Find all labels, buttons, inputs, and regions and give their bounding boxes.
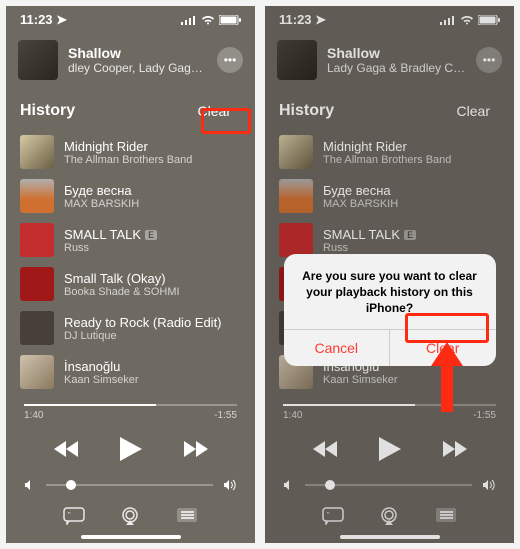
track-title: Small Talk (Okay) (64, 271, 241, 286)
airplay-button[interactable] (119, 507, 141, 525)
track-art (20, 355, 54, 389)
track-title: SMALL TALKE (64, 227, 241, 242)
track-title: İnsanoğlu (64, 359, 241, 374)
list-item[interactable]: Midnight Rider The Allman Brothers Band (12, 130, 249, 174)
forward-button[interactable] (180, 439, 210, 459)
now-playing[interactable]: Shallow dley Cooper, Lady Gaga & ••• (6, 32, 255, 88)
more-button[interactable]: ••• (217, 47, 243, 73)
track-artist: MAX BARSKIH (64, 198, 241, 210)
track-art (20, 267, 54, 301)
track-artist: The Allman Brothers Band (64, 154, 241, 166)
signal-icon (181, 15, 197, 25)
lyrics-button[interactable]: " (63, 507, 85, 525)
svg-text:": " (68, 512, 71, 519)
play-button[interactable] (118, 435, 144, 463)
queue-button[interactable] (176, 507, 198, 525)
track-art (20, 179, 54, 213)
status-bar: 11:23 ➤ (6, 6, 255, 32)
highlight-dialog-clear (405, 313, 489, 343)
list-item[interactable]: İnsanoğlu Kaan Simseker (12, 350, 249, 394)
track-art (20, 135, 54, 169)
volume-track[interactable] (46, 484, 213, 486)
track-artist: Booka Shade & SOHMI (64, 286, 241, 298)
rewind-button[interactable] (52, 439, 82, 459)
phone-left: 11:23 ➤ Shallow dley Cooper, Lady Gaga &… (6, 6, 255, 543)
location-arrow-icon: ➤ (56, 12, 67, 27)
home-indicator[interactable] (81, 535, 181, 539)
track-artist: DJ Lutique (64, 330, 241, 342)
list-item[interactable]: Ready to Rock (Radio Edit) DJ Lutique (12, 306, 249, 350)
track-title: Ready to Rock (Radio Edit) (64, 315, 241, 330)
highlight-clear-button (201, 108, 251, 134)
list-item[interactable]: Small Talk (Okay) Booka Shade & SOHMI (12, 262, 249, 306)
explicit-badge: E (145, 230, 157, 240)
time-elapsed: 1:40 (24, 410, 43, 421)
status-time: 11:23 ➤ (20, 12, 67, 28)
track-title: Буде весна (64, 183, 241, 198)
time-remaining: -1:55 (214, 410, 237, 421)
playback-controls (6, 421, 255, 473)
scrub-track[interactable] (24, 404, 237, 406)
annotation-arrow (427, 342, 467, 412)
status-right (181, 15, 241, 25)
scrubber[interactable]: 1:40 -1:55 (6, 394, 255, 421)
history-list[interactable]: Midnight Rider The Allman Brothers Band … (6, 130, 255, 394)
volume-low-icon (24, 479, 36, 491)
now-playing-text: Shallow dley Cooper, Lady Gaga & (68, 45, 207, 75)
track-art (20, 311, 54, 345)
phone-right: 11:23 ➤ Shallow Lady Gaga & Bradley Coop… (265, 6, 514, 543)
track-art (20, 223, 54, 257)
now-playing-title: Shallow (68, 45, 207, 61)
list-item[interactable]: SMALL TALKE Russ (12, 218, 249, 262)
history-label: History (20, 102, 75, 120)
ellipsis-icon: ••• (224, 53, 237, 67)
album-art (18, 40, 58, 80)
track-artist: Russ (64, 242, 241, 254)
bottom-toolbar: " (6, 499, 255, 533)
wifi-icon (201, 15, 215, 25)
track-title: Midnight Rider (64, 139, 241, 154)
dialog-cancel-button[interactable]: Cancel (284, 330, 391, 366)
battery-icon (219, 15, 241, 25)
now-playing-artist: dley Cooper, Lady Gaga & (68, 61, 207, 75)
track-artist: Kaan Simseker (64, 374, 241, 386)
list-item[interactable]: Буде весна MAX BARSKIH (12, 174, 249, 218)
volume-high-icon (223, 479, 237, 491)
volume-slider[interactable] (6, 473, 255, 499)
